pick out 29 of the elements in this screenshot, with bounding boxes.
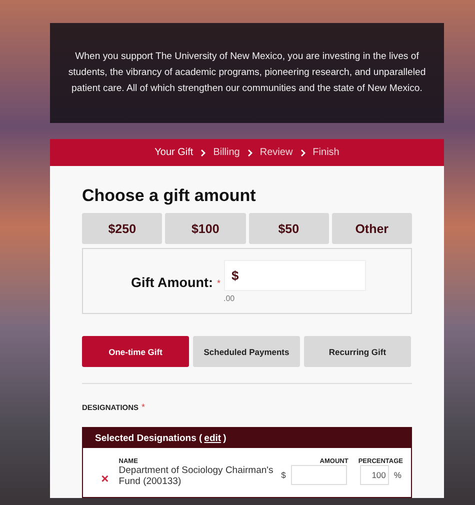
required-mark: * — [216, 278, 220, 288]
remove-button[interactable]: × — [95, 471, 115, 486]
amount-button[interactable]: $100 — [165, 213, 246, 244]
step-label[interactable]: Review — [260, 147, 293, 158]
designation-name: Department of Sociology Chairman's Fund (200133) — [118, 465, 274, 487]
step-label[interactable]: Billing — [213, 147, 240, 158]
panel-title: Selected Designations ( — [95, 432, 202, 444]
percentage-field[interactable]: 100 — [360, 465, 389, 485]
panel-title-end: ) — [223, 432, 226, 444]
chevron-icon — [300, 148, 306, 156]
amount-button[interactable]: $250 — [82, 213, 162, 244]
step-label[interactable]: Finish — [312, 147, 340, 158]
currency-symbol: $ — [281, 470, 286, 480]
intro-text: When you support The University of New Mexico, you are investing in the lives of students, the vibrancy of academic programs, pioneering research, and unparalleled patient care. All of which strengthen our communities and the state of New Mexico. — [67, 50, 427, 96]
amount-button[interactable]: Other — [332, 213, 412, 244]
required-mark: * — [142, 402, 146, 412]
cents-suffix: .00 — [224, 294, 236, 303]
frequency-button[interactable]: One-time Gift — [82, 336, 189, 367]
chevron-icon — [246, 148, 253, 156]
frequency-button[interactable]: Recurring Gift — [304, 336, 411, 367]
chevron-icon — [200, 148, 206, 156]
edit-link[interactable]: edit — [204, 432, 222, 444]
amount-field[interactable] — [290, 465, 347, 485]
amount-button[interactable]: $50 — [248, 213, 329, 244]
frequency-button[interactable]: Scheduled Payments — [193, 336, 300, 367]
gift-amount-field[interactable]: $ — [224, 260, 366, 291]
gift-amount-label: Gift Amount: — [131, 275, 213, 290]
section-title: Choose a gift amount — [82, 186, 257, 206]
percent-sign: % — [394, 470, 402, 480]
